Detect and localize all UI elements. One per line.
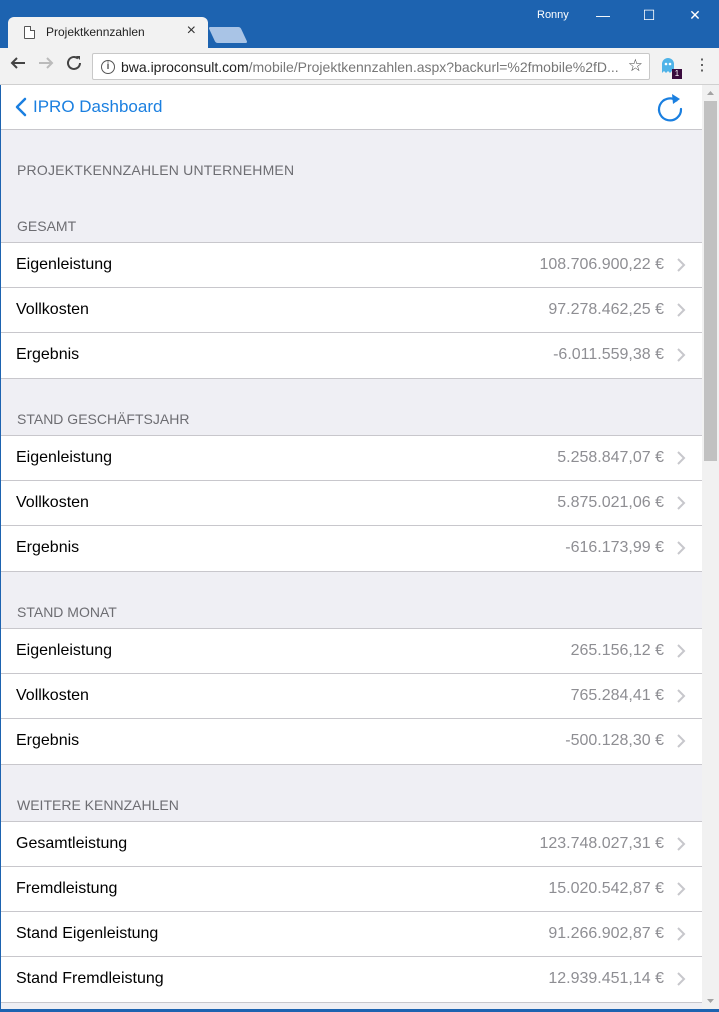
section-group: Eigenleistung 108.706.900,22 € Vollkoste… bbox=[1, 242, 702, 379]
row-label: Gesamtleistung bbox=[16, 835, 128, 852]
profile-user-name[interactable]: Ronny bbox=[537, 9, 569, 21]
list-item[interactable]: Vollkosten 765.284,41 € bbox=[1, 674, 702, 719]
row-value: -6.011.559,38 € bbox=[553, 346, 664, 363]
new-tab-button[interactable] bbox=[208, 27, 248, 43]
row-value: 91.266.902,87 € bbox=[548, 925, 664, 942]
chevron-right-icon bbox=[677, 972, 686, 986]
section-header: WEITERE KENNZAHLEN bbox=[17, 797, 179, 813]
row-label: Ergebnis bbox=[16, 732, 80, 749]
browser-toolbar: i bwa.iproconsult.com/mobile/Projektkenn… bbox=[0, 48, 719, 85]
section-group: Eigenleistung 5.258.847,07 € Vollkosten … bbox=[1, 435, 702, 572]
row-label: Fremdleistung bbox=[16, 880, 118, 897]
address-bar[interactable]: i bwa.iproconsult.com/mobile/Projektkenn… bbox=[92, 53, 650, 80]
chevron-right-icon bbox=[677, 644, 686, 658]
main-content: PROJEKTKENNZAHLEN UNTERNEHMEN GESAMT Eig… bbox=[1, 130, 702, 1009]
list-item[interactable]: Stand Eigenleistung 91.266.902,87 € bbox=[1, 912, 702, 957]
title-bar: Projektkennzahlen × Ronny — ☐ ✕ bbox=[0, 0, 719, 48]
menu-dots-icon[interactable]: ⋮ bbox=[694, 56, 710, 76]
chevron-right-icon bbox=[677, 541, 686, 555]
row-label: Vollkosten bbox=[16, 687, 89, 704]
chevron-right-icon bbox=[677, 837, 686, 851]
row-value: 765.284,41 € bbox=[570, 687, 664, 704]
back-to-dashboard-link[interactable]: IPRO Dashboard bbox=[15, 95, 162, 119]
section-header: GESAMT bbox=[17, 218, 77, 234]
list-item[interactable]: Eigenleistung 265.156,12 € bbox=[1, 629, 702, 674]
app-navbar: IPRO Dashboard bbox=[1, 85, 702, 130]
list-item[interactable]: Eigenleistung 5.258.847,07 € bbox=[1, 436, 702, 481]
list-item[interactable]: Ergebnis -616.173,99 € bbox=[1, 526, 702, 571]
document-icon bbox=[24, 26, 35, 39]
web-page: IPRO Dashboard PROJEKTKENNZAHLEN UNTERNE… bbox=[1, 85, 702, 1009]
forward-arrow-icon[interactable] bbox=[34, 54, 58, 78]
row-label: Eigenleistung bbox=[16, 449, 113, 466]
row-value: -616.173,99 € bbox=[565, 539, 664, 556]
section-group: Gesamtleistung 123.748.027,31 € Fremdlei… bbox=[1, 821, 702, 1003]
chevron-right-icon bbox=[677, 348, 686, 362]
row-value: 123.748.027,31 € bbox=[539, 835, 664, 852]
refresh-button[interactable] bbox=[654, 91, 686, 123]
browser-tab[interactable]: Projektkennzahlen × bbox=[8, 17, 208, 48]
extension-badge: 1 bbox=[672, 69, 682, 79]
row-label: Vollkosten bbox=[16, 494, 89, 511]
tab-close-icon[interactable]: × bbox=[187, 22, 196, 40]
scroll-down-arrow-icon[interactable] bbox=[702, 992, 719, 1009]
window-close-icon[interactable]: ✕ bbox=[680, 4, 710, 26]
section-header: STAND GESCHÄFTSJAHR bbox=[17, 411, 190, 427]
info-icon[interactable]: i bbox=[101, 60, 115, 74]
row-value: 265.156,12 € bbox=[570, 642, 664, 659]
chevron-right-icon bbox=[677, 927, 686, 941]
url-text[interactable]: bwa.iproconsult.com/mobile/Projektkennza… bbox=[121, 59, 621, 75]
row-label: Eigenleistung bbox=[16, 642, 113, 659]
list-item[interactable]: Ergebnis -6.011.559,38 € bbox=[1, 333, 702, 378]
page-heading: PROJEKTKENNZAHLEN UNTERNEHMEN bbox=[17, 162, 295, 178]
list-item[interactable]: Ergebnis -500.128,30 € bbox=[1, 719, 702, 764]
chevron-left-icon bbox=[15, 97, 27, 117]
browser-window: Projektkennzahlen × Ronny — ☐ ✕ i bwa.ip… bbox=[0, 0, 719, 1012]
list-item[interactable]: Eigenleistung 108.706.900,22 € bbox=[1, 243, 702, 288]
scrollbar-thumb[interactable] bbox=[704, 101, 717, 461]
list-item[interactable]: Vollkosten 5.875.021,06 € bbox=[1, 481, 702, 526]
list-item[interactable]: Stand Fremdleistung 12.939.451,14 € bbox=[1, 957, 702, 1002]
row-value: -500.128,30 € bbox=[565, 732, 664, 749]
star-icon[interactable]: ☆ bbox=[628, 56, 643, 76]
refresh-icon bbox=[657, 94, 683, 122]
row-value: 5.258.847,07 € bbox=[557, 449, 664, 466]
row-value: 97.278.462,25 € bbox=[548, 301, 664, 318]
maximize-icon[interactable]: ☐ bbox=[634, 4, 664, 26]
section-header: STAND MONAT bbox=[17, 604, 117, 620]
list-item[interactable]: Gesamtleistung 123.748.027,31 € bbox=[1, 822, 702, 867]
chevron-right-icon bbox=[677, 303, 686, 317]
row-value: 15.020.542,87 € bbox=[548, 880, 664, 897]
row-label: Vollkosten bbox=[16, 301, 89, 318]
row-value: 108.706.900,22 € bbox=[539, 256, 664, 273]
row-value: 5.875.021,06 € bbox=[557, 494, 664, 511]
back-link-label: IPRO Dashboard bbox=[33, 97, 163, 116]
chevron-right-icon bbox=[677, 734, 686, 748]
section-group: Eigenleistung 265.156,12 € Vollkosten 76… bbox=[1, 628, 702, 765]
chevron-right-icon bbox=[677, 882, 686, 896]
row-value: 12.939.451,14 € bbox=[548, 970, 664, 987]
list-item[interactable]: Fremdleistung 15.020.542,87 € bbox=[1, 867, 702, 912]
list-item[interactable]: Vollkosten 97.278.462,25 € bbox=[1, 288, 702, 333]
scroll-up-arrow-icon[interactable] bbox=[702, 85, 719, 102]
row-label: Stand Fremdleistung bbox=[16, 970, 164, 987]
tab-title: Projektkennzahlen bbox=[46, 25, 145, 39]
row-label: Stand Eigenleistung bbox=[16, 925, 159, 942]
vertical-scrollbar[interactable] bbox=[702, 85, 719, 1009]
back-arrow-icon[interactable] bbox=[6, 54, 30, 78]
minimize-icon[interactable]: — bbox=[588, 4, 618, 26]
chevron-right-icon bbox=[677, 496, 686, 510]
row-label: Ergebnis bbox=[16, 539, 80, 556]
chevron-right-icon bbox=[677, 689, 686, 703]
row-label: Eigenleistung bbox=[16, 256, 113, 273]
chevron-right-icon bbox=[677, 258, 686, 272]
url-host: bwa.iproconsult.com bbox=[121, 59, 249, 75]
chevron-right-icon bbox=[677, 451, 686, 465]
row-label: Ergebnis bbox=[16, 346, 80, 363]
url-path: /mobile/Projektkennzahlen.aspx?backurl=%… bbox=[248, 59, 619, 75]
reload-icon[interactable] bbox=[62, 54, 86, 78]
